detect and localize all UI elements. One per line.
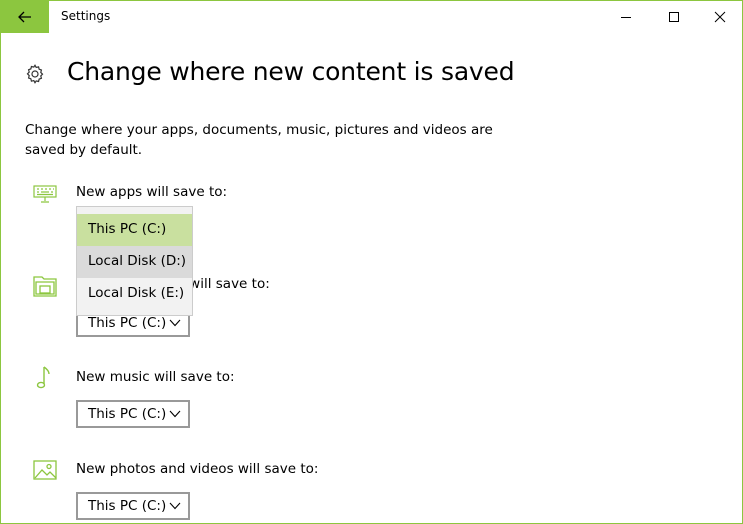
- photos-save-label: New photos and videos will save to:: [76, 461, 319, 477]
- dropdown-option-local-disk-d[interactable]: Local Disk (D:): [77, 246, 192, 278]
- close-button[interactable]: [697, 1, 742, 33]
- option-label: Local Disk (E:): [88, 285, 185, 301]
- title-bar: Settings: [1, 1, 742, 33]
- settings-window: Settings Change where new content is sav…: [0, 0, 743, 524]
- gear-icon: [26, 64, 44, 84]
- dropdown-value: This PC (C:): [88, 406, 167, 422]
- music-save-label: New music will save to:: [76, 369, 235, 385]
- music-save-dropdown[interactable]: This PC (C:): [76, 400, 190, 428]
- minimize-icon: [621, 17, 631, 18]
- page-title: Change where new content is saved: [67, 57, 515, 86]
- back-arrow-icon: [18, 11, 31, 23]
- apps-save-label: New apps will save to:: [76, 184, 228, 200]
- photo-icon: [33, 460, 57, 480]
- folder-documents-icon: [33, 276, 57, 297]
- chevron-down-icon: [169, 502, 181, 510]
- option-label: This PC (C:): [88, 221, 167, 237]
- minimize-button[interactable]: [603, 1, 649, 33]
- dropdown-value: This PC (C:): [88, 498, 167, 514]
- chevron-down-icon: [169, 410, 181, 418]
- chevron-down-icon: [169, 319, 181, 327]
- dropdown-option-local-disk-e[interactable]: Local Disk (E:): [77, 278, 192, 310]
- monitor-keyboard-icon: [33, 185, 57, 203]
- photos-save-dropdown[interactable]: This PC (C:): [76, 492, 190, 520]
- window-title: Settings: [61, 9, 111, 23]
- apps-save-dropdown-list: This PC (C:) Local Disk (D:) Local Disk …: [76, 206, 193, 316]
- dropdown-value: This PC (C:): [88, 315, 167, 331]
- maximize-icon: [669, 12, 679, 22]
- close-icon: [714, 11, 726, 23]
- music-note-icon: [36, 366, 50, 389]
- option-label: Local Disk (D:): [88, 253, 187, 269]
- dropdown-option-this-pc[interactable]: This PC (C:): [77, 214, 192, 246]
- maximize-button[interactable]: [651, 1, 697, 33]
- page-description: Change where your apps, documents, music…: [25, 122, 493, 158]
- back-button[interactable]: [1, 1, 49, 33]
